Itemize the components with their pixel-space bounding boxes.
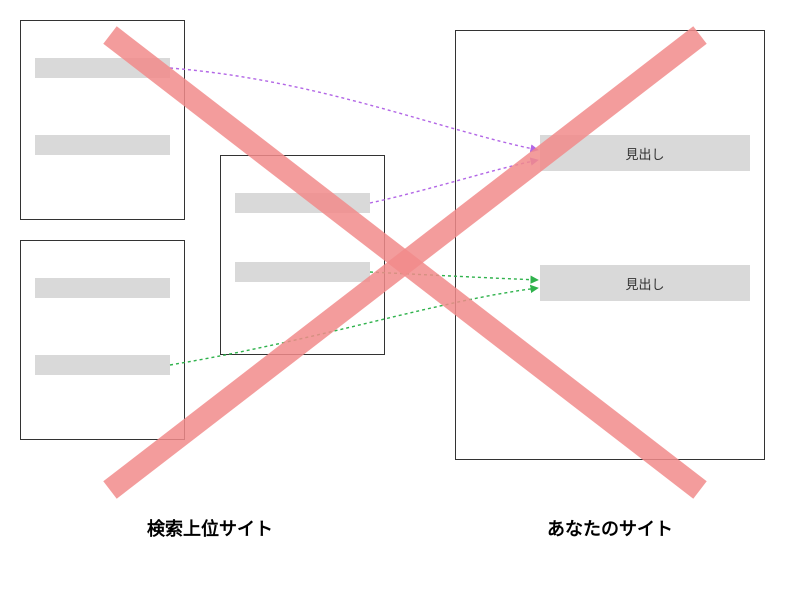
site-box-middle [220,155,385,355]
content-bar [35,355,170,375]
site-box-top-left [20,20,185,220]
heading-bar-2: 見出し [540,265,750,301]
content-bar [235,262,370,282]
right-caption: あなたのサイト [500,515,720,541]
left-caption: 検索上位サイト [110,515,310,541]
diagram-canvas: 見出し 見出し 検索上位サイト あなたのサイト [0,0,800,600]
your-site-box [455,30,765,460]
content-bar [235,193,370,213]
content-bar [35,278,170,298]
heading-text: 見出し [625,144,664,163]
content-bar [35,135,170,155]
site-box-bottom-left [20,240,185,440]
heading-text: 見出し [625,274,664,293]
heading-bar-1: 見出し [540,135,750,171]
content-bar [35,58,170,78]
